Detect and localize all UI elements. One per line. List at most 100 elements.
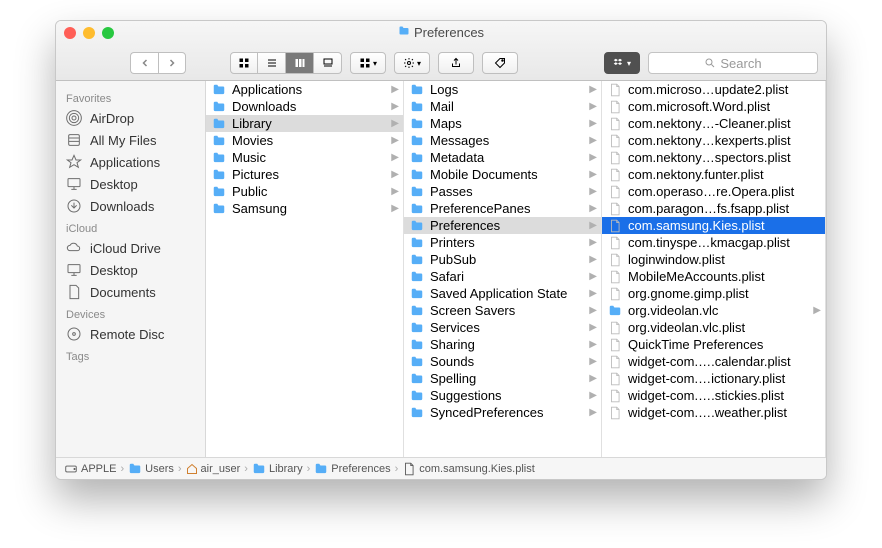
folder-icon: [410, 134, 424, 148]
file-row[interactable]: Passes▶: [404, 183, 601, 200]
chevron-right-icon: ▶: [589, 84, 597, 95]
sidebar-item[interactable]: Remote Disc: [56, 323, 205, 345]
file-label: Library: [232, 116, 385, 131]
file-row[interactable]: Preferences▶: [404, 217, 601, 234]
dropbox-button[interactable]: ▾: [604, 52, 640, 74]
file-row[interactable]: Screen Savers▶: [404, 302, 601, 319]
file-row[interactable]: widget-com.….weather.plist: [602, 404, 825, 421]
arrange-button[interactable]: ▾: [350, 52, 386, 74]
column-2[interactable]: Logs▶Mail▶Maps▶Messages▶Metadata▶Mobile …: [404, 81, 602, 457]
file-row[interactable]: Movies▶: [206, 132, 403, 149]
file-row[interactable]: Sharing▶: [404, 336, 601, 353]
path-segment[interactable]: APPLE: [64, 462, 116, 476]
chevron-right-icon: ▶: [589, 288, 597, 299]
gallery-view-button[interactable]: [314, 52, 342, 74]
search-field[interactable]: Search: [648, 52, 818, 74]
file-row[interactable]: Downloads▶: [206, 98, 403, 115]
path-segment[interactable]: Users: [128, 462, 174, 476]
file-row[interactable]: loginwindow.plist: [602, 251, 825, 268]
back-button[interactable]: [130, 52, 158, 74]
file-row[interactable]: Services▶: [404, 319, 601, 336]
file-row[interactable]: MobileMeAccounts.plist: [602, 268, 825, 285]
share-button[interactable]: [438, 52, 474, 74]
file-row[interactable]: Sounds▶: [404, 353, 601, 370]
path-icon: [252, 462, 266, 476]
file-row[interactable]: org.gnome.gimp.plist: [602, 285, 825, 302]
chevron-right-icon: ▶: [589, 101, 597, 112]
file-row[interactable]: Pictures▶: [206, 166, 403, 183]
file-row[interactable]: com.nektony…spectors.plist: [602, 149, 825, 166]
tags-button[interactable]: [482, 52, 518, 74]
file-row[interactable]: Printers▶: [404, 234, 601, 251]
sidebar-item[interactable]: AirDrop: [56, 107, 205, 129]
file-label: Samsung: [232, 201, 385, 216]
chevron-right-icon: ▶: [813, 305, 821, 316]
zoom-button[interactable]: [102, 27, 114, 39]
file-row[interactable]: Metadata▶: [404, 149, 601, 166]
chevron-right-icon: ▶: [589, 373, 597, 384]
forward-button[interactable]: [158, 52, 186, 74]
file-row[interactable]: org.videolan.vlc▶: [602, 302, 825, 319]
file-row[interactable]: Logs▶: [404, 81, 601, 98]
file-row[interactable]: Applications▶: [206, 81, 403, 98]
file-row[interactable]: Saved Application State▶: [404, 285, 601, 302]
file-row[interactable]: com.nektony…kexperts.plist: [602, 132, 825, 149]
file-row[interactable]: com.microso…update2.plist: [602, 81, 825, 98]
sidebar-item[interactable]: Applications: [56, 151, 205, 173]
path-segment[interactable]: air_user: [186, 463, 241, 475]
icon-view-button[interactable]: [230, 52, 258, 74]
file-row[interactable]: Messages▶: [404, 132, 601, 149]
file-row[interactable]: com.nektony.funter.plist: [602, 166, 825, 183]
file-row[interactable]: com.paragon…fs.fsapp.plist: [602, 200, 825, 217]
file-row[interactable]: widget-com.….calendar.plist: [602, 353, 825, 370]
file-row[interactable]: Mail▶: [404, 98, 601, 115]
file-row[interactable]: com.microsoft.Word.plist: [602, 98, 825, 115]
file-label: com.nektony…-Cleaner.plist: [628, 116, 821, 131]
file-row[interactable]: Public▶: [206, 183, 403, 200]
chevron-right-icon: ▶: [589, 390, 597, 401]
path-segment[interactable]: Library: [252, 462, 303, 476]
list-view-button[interactable]: [258, 52, 286, 74]
folder-icon: [410, 168, 424, 182]
sidebar-item-icon: [66, 240, 82, 256]
file-row[interactable]: SyncedPreferences▶: [404, 404, 601, 421]
file-row[interactable]: Suggestions▶: [404, 387, 601, 404]
folder-icon: [410, 338, 424, 352]
file-label: Services: [430, 320, 583, 335]
file-row[interactable]: Spelling▶: [404, 370, 601, 387]
file-row[interactable]: Music▶: [206, 149, 403, 166]
file-row[interactable]: PubSub▶: [404, 251, 601, 268]
file-icon: [608, 406, 622, 420]
file-row[interactable]: Mobile Documents▶: [404, 166, 601, 183]
file-row[interactable]: widget-com.…ictionary.plist: [602, 370, 825, 387]
file-row[interactable]: widget-com.….stickies.plist: [602, 387, 825, 404]
path-segment[interactable]: Preferences: [314, 462, 390, 476]
file-icon: [608, 100, 622, 114]
folder-icon: [212, 151, 226, 165]
file-row[interactable]: com.samsung.Kies.plist: [602, 217, 825, 234]
minimize-button[interactable]: [83, 27, 95, 39]
file-row[interactable]: org.videolan.vlc.plist: [602, 319, 825, 336]
sidebar-item[interactable]: Documents: [56, 281, 205, 303]
file-row[interactable]: PreferencePanes▶: [404, 200, 601, 217]
file-row[interactable]: com.nektony…-Cleaner.plist: [602, 115, 825, 132]
file-row[interactable]: QuickTime Preferences: [602, 336, 825, 353]
sidebar-item[interactable]: Downloads: [56, 195, 205, 217]
file-row[interactable]: com.operaso…re.Opera.plist: [602, 183, 825, 200]
sidebar-item[interactable]: Desktop: [56, 259, 205, 281]
file-row[interactable]: com.tinyspe…kmacgap.plist: [602, 234, 825, 251]
sidebar-item[interactable]: iCloud Drive: [56, 237, 205, 259]
sidebar-item[interactable]: Desktop: [56, 173, 205, 195]
action-button[interactable]: ▾: [394, 52, 430, 74]
file-row[interactable]: Maps▶: [404, 115, 601, 132]
file-label: MobileMeAccounts.plist: [628, 269, 821, 284]
file-row[interactable]: Samsung▶: [206, 200, 403, 217]
sidebar-item[interactable]: All My Files: [56, 129, 205, 151]
column-view-button[interactable]: [286, 52, 314, 74]
column-3[interactable]: com.microso…update2.plistcom.microsoft.W…: [602, 81, 826, 457]
file-row[interactable]: Safari▶: [404, 268, 601, 285]
path-segment[interactable]: com.samsung.Kies.plist: [402, 462, 535, 476]
file-row[interactable]: Library▶: [206, 115, 403, 132]
close-button[interactable]: [64, 27, 76, 39]
column-1[interactable]: Applications▶Downloads▶Library▶Movies▶Mu…: [206, 81, 404, 457]
